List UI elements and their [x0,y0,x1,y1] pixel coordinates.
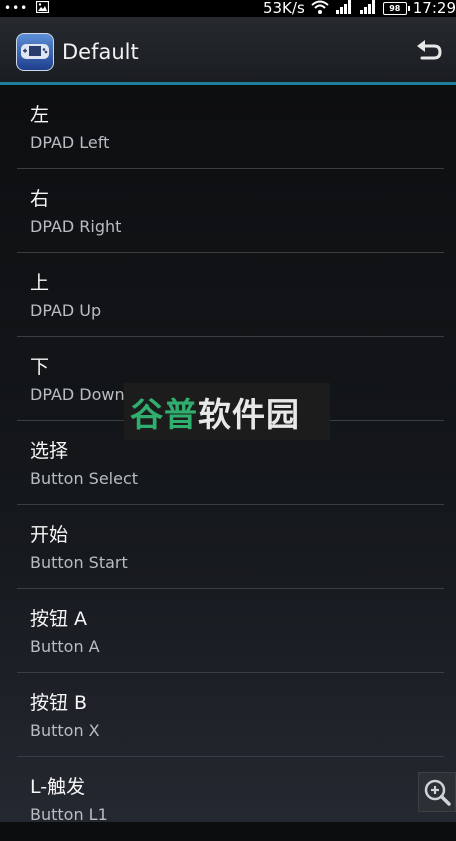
list-item-button-a[interactable]: 按钮 A Button A [0,589,456,673]
signal-icon-2 [359,0,377,18]
list-item-title: 按钮 A [30,608,88,630]
list-item-title: 选择 [30,440,69,462]
list-item-button-b[interactable]: 按钮 B Button X [0,673,456,757]
list-item-title: 开始 [30,524,69,546]
list-item-title: 左 [30,104,50,126]
watermark-logo: 谷普 软件园 [124,383,330,440]
list-item-subtitle: DPAD Down [30,385,125,404]
status-bar: ••• 53K/s 98 17:29 [0,0,456,17]
list-item-l-trigger[interactable]: L-触发 Button L1 [0,757,456,841]
list-item-dpad-right[interactable]: 右 DPAD Right [0,169,456,253]
list-item-subtitle: DPAD Left [30,133,110,152]
wifi-icon [311,0,329,18]
image-notification-icon [36,0,50,17]
status-right: 53K/s 98 17:29 [263,0,456,17]
list-item-subtitle: Button Select [30,469,139,488]
watermark-green-text: 谷普 [130,394,198,434]
list-item-title: 下 [30,356,50,378]
list-item-title: 按钮 B [30,692,88,714]
list-item-subtitle: Button L1 [30,805,108,824]
undo-arrow-icon[interactable] [414,37,444,67]
list-item-subtitle: DPAD Up [30,301,102,320]
network-speed: 53K/s [262,0,305,17]
list-item-subtitle: DPAD Right [30,217,122,236]
action-bar: Default [0,17,456,82]
status-left: ••• [4,0,50,17]
list-item-title: 右 [30,188,50,210]
gba-controller-icon[interactable] [16,33,54,71]
list-item-title: 上 [30,272,50,294]
list-item-button-start[interactable]: 开始 Button Start [0,505,456,589]
page-title: Default [62,40,139,64]
watermark-white-text: 软件园 [198,394,300,434]
list-item-title: L-触发 [30,776,86,798]
key-mapping-list: 左 DPAD Left 右 DPAD Right 上 DPAD Up 下 DPA… [0,85,456,824]
list-item-subtitle: Button X [30,721,100,740]
signal-icon-1 [335,0,353,18]
list-item-subtitle: Button A [30,637,100,656]
list-item-dpad-left[interactable]: 左 DPAD Left [0,85,456,169]
clock: 17:29 [412,0,456,17]
overflow-dots: ••• [4,1,29,15]
zoom-in-icon[interactable] [418,772,456,812]
list-item-dpad-up[interactable]: 上 DPAD Up [0,253,456,337]
list-item-subtitle: Button Start [30,553,128,572]
battery-icon: 98 [382,2,410,15]
